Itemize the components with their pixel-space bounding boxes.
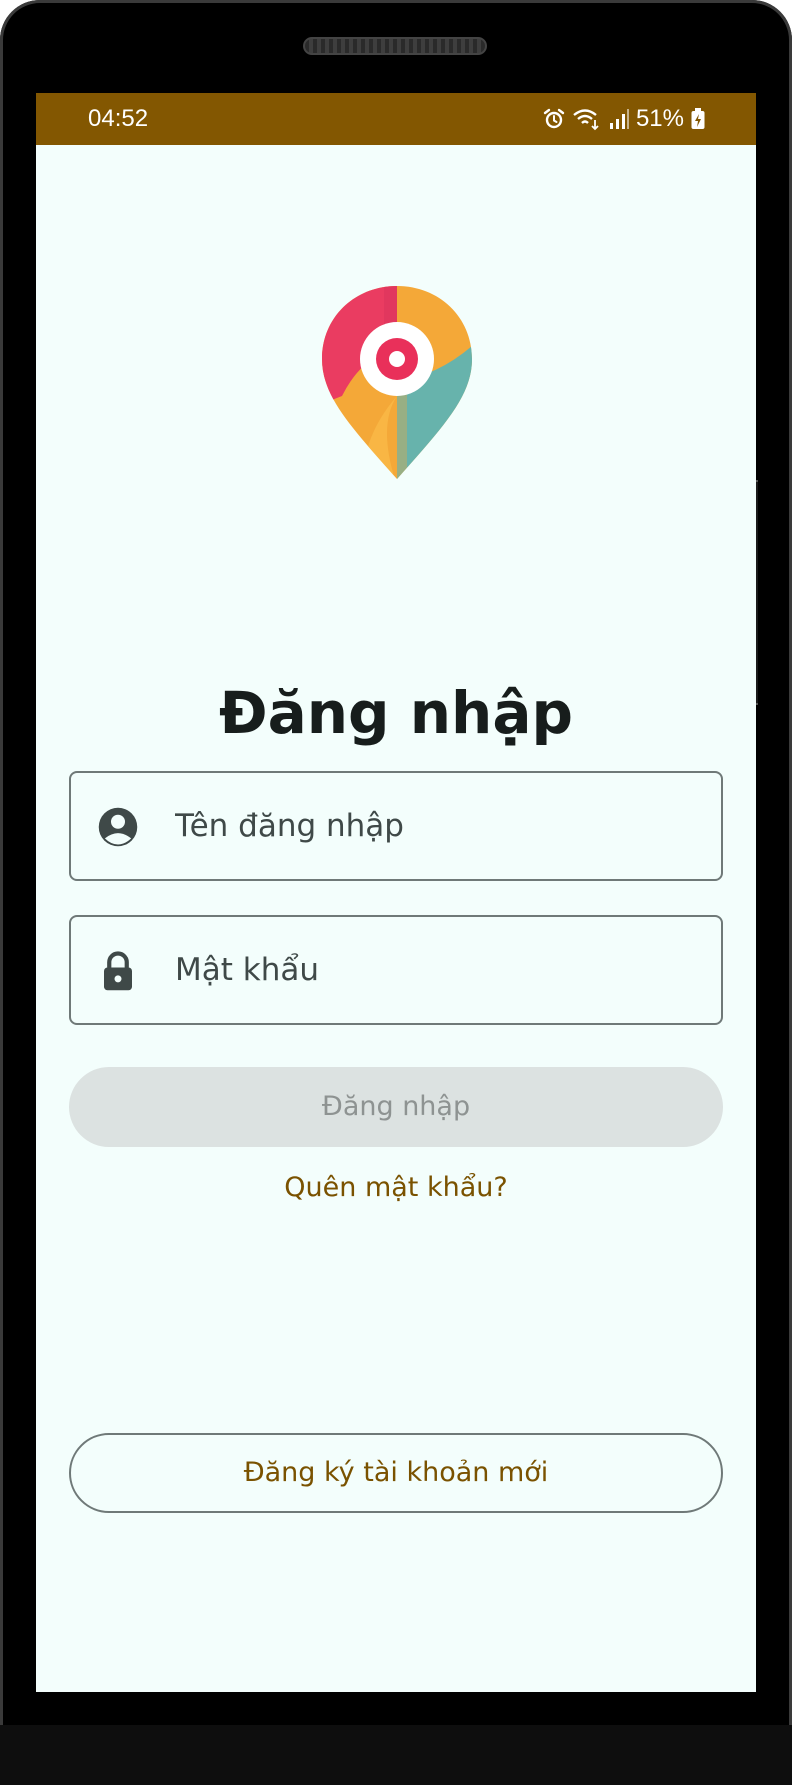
account-circle-icon [98, 807, 138, 847]
username-field[interactable] [69, 771, 723, 881]
password-field[interactable] [69, 915, 723, 1025]
password-input[interactable] [175, 917, 695, 1023]
wifi-icon [573, 109, 599, 131]
login-button[interactable]: Đăng nhập [69, 1067, 723, 1147]
battery-percentage: 51% [635, 105, 684, 132]
username-input[interactable] [175, 773, 695, 879]
status-bar: 04:52 51% [36, 93, 756, 145]
alarm-icon [543, 108, 565, 129]
signal-icon [609, 109, 629, 129]
forgot-password-link[interactable]: Quên mật khẩu? [36, 1163, 756, 1213]
bottom-bezel [0, 1725, 792, 1785]
earpiece-speaker [303, 37, 487, 55]
lock-icon [104, 951, 132, 991]
register-button[interactable]: Đăng ký tài khoản mới [69, 1433, 723, 1513]
page-title: Đăng nhập [219, 679, 573, 747]
phone-frame: 04:52 51% Đăng nhập Tên đăng nhập Đăng n… [0, 0, 792, 1785]
status-icons: 51% [542, 103, 706, 135]
app-screen: 04:52 51% Đăng nhập Tên đăng nhập Đăng n… [36, 93, 756, 1692]
map-pin-logo [322, 286, 472, 479]
battery-charging-icon [691, 108, 705, 129]
status-time: 04:52 [88, 105, 149, 132]
